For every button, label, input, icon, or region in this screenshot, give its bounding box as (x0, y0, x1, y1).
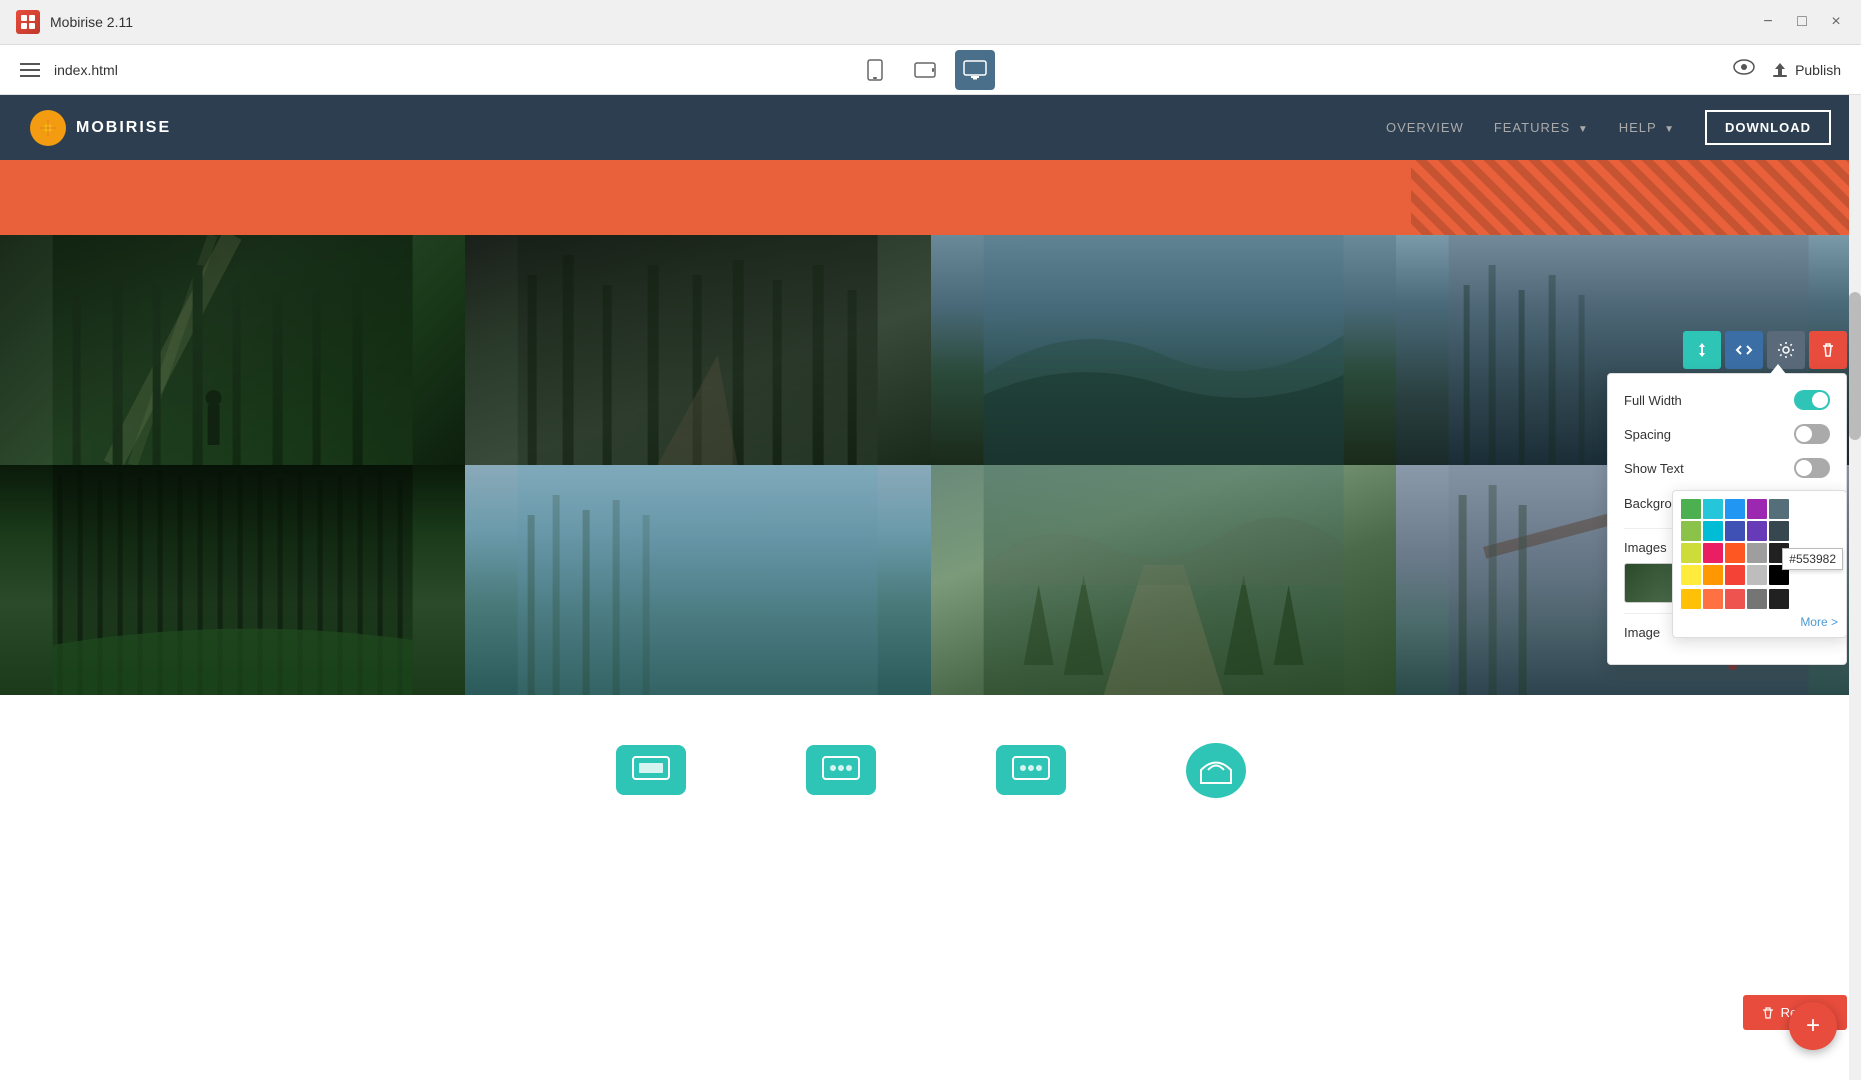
mobile-view-button[interactable] (855, 50, 895, 90)
scrollbar[interactable] (1849, 95, 1861, 1080)
color-swatch-indigo[interactable] (1725, 521, 1745, 541)
caret-up (1770, 364, 1786, 374)
site-hero-pattern (1411, 160, 1861, 235)
full-width-label: Full Width (1624, 393, 1682, 408)
gallery-cell-5[interactable] (0, 465, 465, 695)
gallery-cell-2[interactable] (465, 235, 930, 465)
image-thumbnail[interactable] (1624, 563, 1674, 603)
preview-button[interactable] (1733, 58, 1755, 81)
menu-button[interactable] (20, 63, 40, 77)
site-nav-links: OVERVIEW FEATURES ▼ HELP ▼ DOWNLOAD (1386, 110, 1831, 145)
toolbar-left: index.html (20, 62, 118, 78)
color-swatch-blue[interactable] (1725, 499, 1745, 519)
nav-help[interactable]: HELP ▼ (1619, 120, 1675, 135)
icon-shape-2 (806, 745, 876, 795)
color-swatch-purple[interactable] (1747, 499, 1767, 519)
spacing-row: Spacing (1624, 424, 1830, 444)
color-swatch-red2[interactable] (1725, 589, 1745, 609)
site-logo-icon (30, 110, 66, 146)
full-width-toggle[interactable] (1794, 390, 1830, 410)
reorder-button[interactable] (1683, 331, 1721, 369)
gallery-cell-7[interactable] (931, 465, 1396, 695)
color-swatch-pink[interactable] (1703, 543, 1723, 563)
site-hero (0, 160, 1861, 235)
gallery-cell-1[interactable] (0, 235, 465, 465)
gallery-cell-6[interactable] (465, 465, 930, 695)
color-swatch-bluegray[interactable] (1769, 499, 1789, 519)
site-navbar: MOBIRISE OVERVIEW FEATURES ▼ HELP ▼ DOWN… (0, 95, 1861, 160)
context-toolbar (1683, 331, 1847, 369)
site-content: MOBIRISE OVERVIEW FEATURES ▼ HELP ▼ DOWN… (0, 95, 1861, 1080)
desktop-view-button[interactable] (955, 50, 995, 90)
color-row-5 (1681, 589, 1838, 609)
hex-input-display[interactable]: #553982 (1782, 548, 1843, 570)
site-icon-3 (996, 745, 1066, 795)
filename-label: index.html (54, 62, 118, 78)
icon-shape-3 (996, 745, 1066, 795)
code-button[interactable] (1725, 331, 1763, 369)
full-width-row: Full Width (1624, 390, 1830, 410)
color-swatch-lightgray[interactable] (1747, 565, 1767, 585)
delete-section-button[interactable] (1809, 331, 1847, 369)
icon-shape-1 (616, 745, 686, 795)
app-title: Mobirise 2.11 (50, 14, 133, 30)
color-swatch-gray[interactable] (1747, 543, 1767, 563)
scrollbar-thumb[interactable] (1849, 292, 1861, 440)
nav-download[interactable]: DOWNLOAD (1705, 110, 1831, 145)
color-swatch-yellow[interactable] (1681, 565, 1701, 585)
toolbar-right: Publish (1733, 58, 1841, 81)
device-switcher (855, 50, 995, 90)
color-hex-area: #553982 (1681, 543, 1838, 585)
show-text-label: Show Text (1624, 461, 1684, 476)
color-swatch-amber[interactable] (1681, 589, 1701, 609)
nav-overview[interactable]: OVERVIEW (1386, 120, 1464, 135)
show-text-row: Show Text (1624, 458, 1830, 478)
minimize-button[interactable]: − (1759, 13, 1777, 31)
preview-area: MOBIRISE OVERVIEW FEATURES ▼ HELP ▼ DOWN… (0, 95, 1861, 1080)
site-icon-1 (616, 745, 686, 795)
gallery-cell-3[interactable] (931, 235, 1396, 465)
site-logo: MOBIRISE (30, 110, 171, 146)
toolbar: index.html (0, 45, 1861, 95)
images-label: Images (1624, 540, 1667, 555)
color-picker-panel: #553982 More > (1672, 490, 1847, 638)
color-swatch-red[interactable] (1725, 565, 1745, 585)
site-logo-text: MOBIRISE (76, 119, 171, 137)
close-button[interactable]: × (1827, 13, 1845, 31)
app-logo (16, 10, 40, 34)
color-swatch-darkbluegray[interactable] (1769, 521, 1789, 541)
tablet-view-button[interactable] (905, 50, 945, 90)
nav-features[interactable]: FEATURES ▼ (1494, 120, 1589, 135)
image-label: Image (1624, 625, 1660, 640)
site-icons (0, 695, 1861, 845)
publish-button[interactable]: Publish (1771, 62, 1841, 78)
color-row-2 (1681, 521, 1838, 541)
gallery-grid (0, 235, 1861, 695)
title-bar-controls: − □ × (1759, 13, 1845, 31)
color-swatch-deeporange[interactable] (1725, 543, 1745, 563)
color-swatch-midgray[interactable] (1747, 589, 1767, 609)
color-swatch-orange2[interactable] (1703, 589, 1723, 609)
color-swatch-nearblack[interactable] (1769, 589, 1789, 609)
color-swatch-orange[interactable] (1703, 565, 1723, 585)
spacing-toggle[interactable] (1794, 424, 1830, 444)
color-swatch-deeppurple[interactable] (1747, 521, 1767, 541)
color-more-link[interactable]: More > (1681, 615, 1838, 629)
color-swatch-lightgreen[interactable] (1681, 521, 1701, 541)
title-bar-left: Mobirise 2.11 (16, 10, 133, 34)
site-icon-2 (806, 745, 876, 795)
color-row-1 (1681, 499, 1838, 519)
spacing-label: Spacing (1624, 427, 1671, 442)
title-bar: Mobirise 2.11 − □ × (0, 0, 1861, 45)
show-text-toggle[interactable] (1794, 458, 1830, 478)
site-icon-4 (1186, 743, 1246, 798)
add-block-button[interactable]: + (1789, 1002, 1837, 1050)
color-swatch-lime[interactable] (1681, 543, 1701, 563)
color-swatch-cyan[interactable] (1703, 499, 1723, 519)
maximize-button[interactable]: □ (1793, 13, 1811, 31)
color-swatch-green[interactable] (1681, 499, 1701, 519)
icon-shape-4 (1186, 743, 1246, 798)
color-swatch-teal[interactable] (1703, 521, 1723, 541)
